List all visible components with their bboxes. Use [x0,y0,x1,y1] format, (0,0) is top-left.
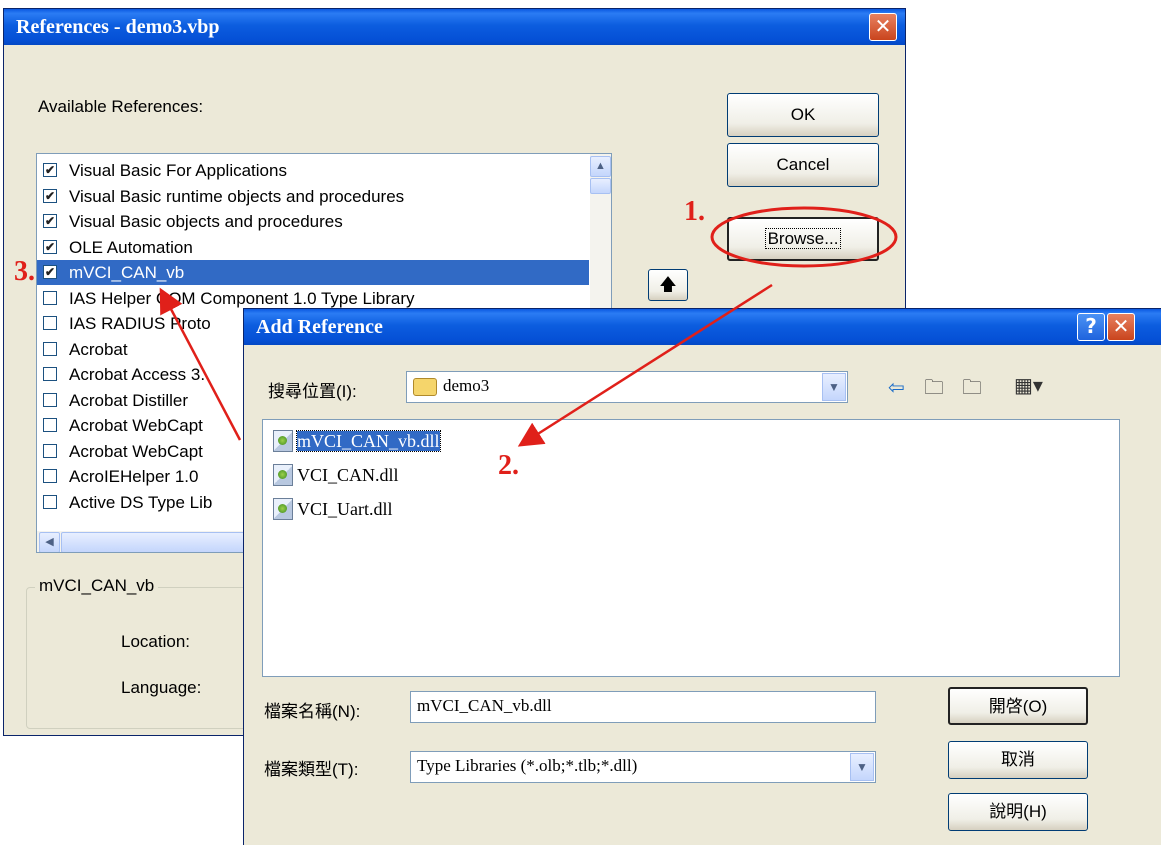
file-item[interactable]: VCI_CAN.dll [273,460,399,490]
reference-label: AcroIEHelper 1.0 [69,467,199,486]
filetype-value: Type Libraries (*.olb;*.tlb;*.dll) [417,756,638,775]
close-icon[interactable]: ✕ [1107,313,1135,341]
checkbox[interactable] [43,443,57,458]
priority-up-button[interactable]: 🡅 [648,269,688,301]
checkbox[interactable] [43,316,57,330]
reference-item[interactable]: ✔ mVCI_CAN_vb [37,260,589,285]
reference-item[interactable]: ✔ Visual Basic runtime objects and proced… [37,184,589,209]
dll-file-icon [273,497,293,520]
reference-label: IAS Helper COM Component 1.0 Type Librar… [69,288,415,308]
new-folder-icon[interactable]: 🗀 [962,373,982,407]
help-icon[interactable]: ? [1077,313,1105,341]
cancel-button[interactable]: Cancel [727,143,879,187]
language-label: Language: [121,678,202,697]
look-in-label: 搜尋位置(I): [268,382,357,401]
close-button[interactable]: ✕ [869,13,897,41]
file-name: VCI_CAN.dll [297,465,399,485]
reference-label: Acrobat WebCapt [69,441,203,461]
checkbox[interactable] [43,341,57,356]
checkbox[interactable] [43,367,57,381]
step-3-label: 3. [14,256,35,287]
back-icon[interactable]: ⇦ [888,375,905,400]
step-2-label: 2. [498,450,519,481]
checkbox[interactable]: ✔ [43,214,57,228]
filename-field[interactable]: mVCI_CAN_vb.dll [410,691,876,723]
checkbox[interactable] [43,418,57,432]
reference-label: Acrobat Distiller [69,390,189,410]
file-item[interactable]: VCI_Uart.dll [273,494,392,524]
browse-button[interactable]: Browse... [727,217,879,261]
checkbox[interactable] [43,392,57,407]
scroll-thumb[interactable] [590,178,611,194]
dll-file-icon [273,429,293,452]
reference-label: Acrobat [69,339,128,359]
add-reference-title: Add Reference [256,316,383,338]
browse-label: Browse... [764,228,842,249]
references-titlebar[interactable]: References - demo3.vbp [4,9,905,45]
reference-label: Visual Basic runtime objects and procedu… [69,186,405,206]
checkbox[interactable]: ✔ [43,163,57,177]
references-title: References - demo3.vbp [16,16,220,38]
reference-item[interactable]: ✔ Visual Basic For Applications [37,158,589,183]
chevron-down-icon[interactable]: ▼ [822,373,846,401]
view-menu-icon[interactable]: ▦▾ [1014,373,1043,398]
checkbox[interactable] [43,290,57,305]
checkbox[interactable] [43,469,57,483]
look-in-dropdown[interactable]: demo3 ▼ [406,371,848,403]
folder-icon [413,378,437,397]
file-name: VCI_Uart.dll [297,499,393,519]
group-title: mVCI_CAN_vb [35,576,159,596]
reference-item[interactable]: ✔ OLE Automation [37,235,589,260]
add-reference-dialog: Add Reference ? ✕ 搜尋位置(I): demo3 ▼ ⇦ 🗀 🗀… [243,308,1161,845]
reference-label: Active DS Type Lib [69,492,213,512]
checkbox[interactable]: ✔ [43,188,57,203]
scroll-up-icon[interactable]: ▲ [590,156,611,177]
reference-label: Visual Basic objects and procedures [69,212,343,231]
reference-label: Visual Basic For Applications [69,161,287,180]
dll-file-icon [273,463,293,486]
cancel-button[interactable]: 取消 [948,741,1088,779]
ok-button[interactable]: OK [727,93,879,137]
reference-label: Acrobat WebCapt [69,416,203,435]
hscroll-thumb[interactable] [61,532,263,552]
file-name: mVCI_CAN_vb.dll [296,430,441,452]
step-1-label: 1. [684,196,705,227]
reference-item[interactable]: ✔ Visual Basic objects and procedures [37,209,589,234]
add-reference-titlebar[interactable]: Add Reference [244,309,1161,345]
checkbox[interactable] [43,494,57,509]
open-button[interactable]: 開啓(O) [948,687,1088,725]
checkbox[interactable]: ✔ [43,239,57,254]
file-item[interactable]: mVCI_CAN_vb.dll [273,426,441,456]
file-list[interactable]: mVCI_CAN_vb.dll VCI_CAN.dll VCI_Uart.dll [262,419,1120,677]
reference-label: OLE Automation [69,237,193,257]
available-references-label: Available References: [38,97,204,116]
reference-item[interactable]: IAS Helper COM Component 1.0 Type Librar… [37,286,589,311]
help-button[interactable]: 說明(H) [948,793,1088,831]
reference-label: mVCI_CAN_vb [67,260,187,285]
checkbox[interactable]: ✔ [43,265,57,279]
chevron-down-icon[interactable]: ▼ [850,753,874,781]
filename-label: 檔案名稱(N): [264,702,361,721]
look-in-value: demo3 [443,376,490,395]
up-folder-icon[interactable]: 🗀 [924,373,944,407]
reference-label: IAS RADIUS Proto [69,314,211,333]
filetype-dropdown[interactable]: Type Libraries (*.olb;*.tlb;*.dll) ▼ [410,751,876,783]
location-label: Location: [121,632,190,651]
reference-label: Acrobat Access 3. [69,365,206,384]
scroll-left-icon[interactable]: ◀ [39,532,60,552]
filetype-label: 檔案類型(T): [264,760,359,779]
